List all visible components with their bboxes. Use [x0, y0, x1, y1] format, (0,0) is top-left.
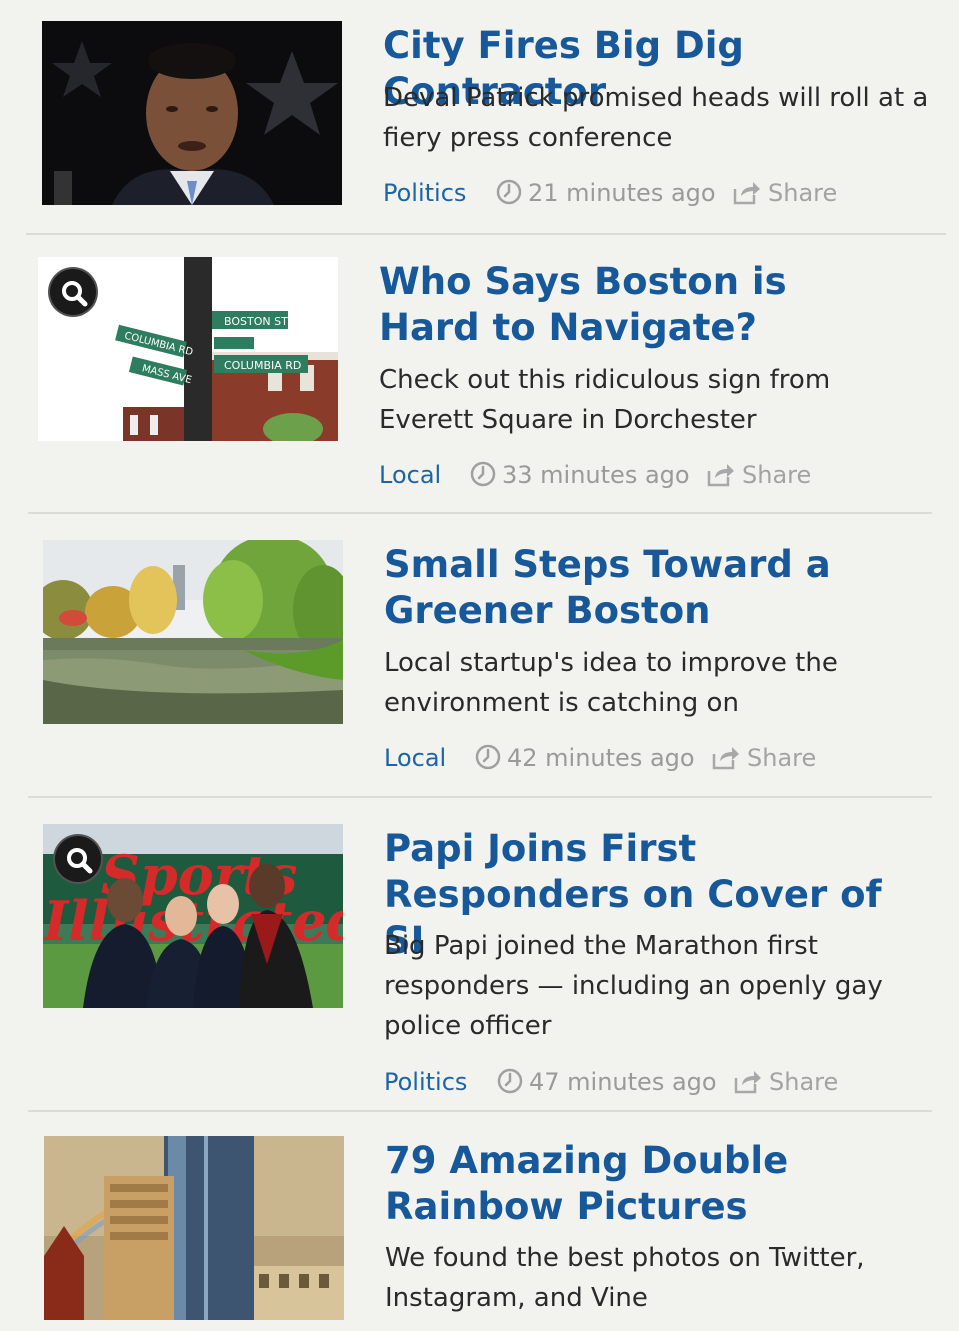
timestamp: 42 minutes ago: [475, 741, 695, 775]
card-divider: [28, 512, 932, 514]
category-link[interactable]: Politics: [384, 1065, 467, 1099]
timestamp-text: 21 minutes ago: [528, 179, 716, 207]
article-headline[interactable]: 79 Amazing Double Rainbow Pictures: [385, 1138, 925, 1230]
timestamp-text: 47 minutes ago: [529, 1068, 717, 1096]
magnifier-icon: [67, 848, 93, 874]
article-card[interactable]: Small Steps Toward a Greener Boston Loca…: [0, 515, 959, 800]
magnifier-icon: [62, 281, 88, 307]
share-button[interactable]: Share: [732, 176, 837, 210]
article-thumbnail[interactable]: [43, 540, 343, 724]
article-meta: Politics 21 minutes ago Share: [383, 176, 943, 210]
article-thumbnail[interactable]: [42, 21, 342, 205]
article-summary: Big Papi joined the Marathon first respo…: [384, 931, 883, 1041]
clock-icon: [475, 744, 501, 770]
svg-text:BOSTON ST: BOSTON ST: [224, 315, 288, 328]
timestamp-text: 42 minutes ago: [507, 744, 695, 772]
article-summary: We found the best photos on Twitter, Ins…: [385, 1243, 865, 1313]
share-label: Share: [742, 461, 812, 489]
article-summary: Local startup's idea to improve the envi…: [384, 648, 838, 718]
article-meta: Local 42 minutes ago Share: [384, 741, 944, 775]
share-button[interactable]: Share: [733, 1065, 838, 1099]
article-card[interactable]: City Fires Big Dig Contractor Deval Patr…: [0, 0, 959, 235]
article-summary: Deval Patrick promised heads will roll a…: [383, 83, 929, 153]
clock-icon: [470, 461, 496, 487]
article-headline[interactable]: Who Says Boston is Hard to Navigate?: [379, 259, 859, 351]
share-icon: [712, 747, 739, 770]
news-feed: City Fires Big Dig Contractor Deval Patr…: [0, 0, 959, 1331]
article-card[interactable]: Sports Illustrated Papi Joins First Resp…: [0, 800, 959, 1115]
clock-icon: [496, 179, 522, 205]
category-link[interactable]: Local: [379, 458, 441, 492]
share-label: Share: [768, 179, 838, 207]
article-thumbnail[interactable]: Sports Illustrated: [43, 824, 343, 1008]
svg-text:COLUMBIA RD: COLUMBIA RD: [224, 359, 301, 372]
article-headline[interactable]: Small Steps Toward a Greener Boston: [384, 542, 844, 634]
category-link[interactable]: Local: [384, 741, 446, 775]
article-card[interactable]: BOSTON ST COLUMBIA RD COLUMBIA RD MASS A…: [0, 235, 959, 515]
timestamp: 33 minutes ago: [470, 458, 690, 492]
article-meta: Politics 47 minutes ago Share: [384, 1065, 944, 1099]
timestamp-text: 33 minutes ago: [502, 461, 690, 489]
share-label: Share: [747, 744, 817, 772]
article-meta: Local 33 minutes ago Share: [379, 458, 939, 492]
share-icon: [734, 1071, 761, 1094]
article-summary: Check out this ridiculous sign from Ever…: [379, 365, 831, 435]
share-button[interactable]: Share: [706, 458, 811, 492]
gallery-badge[interactable]: [48, 267, 98, 317]
article-thumbnail[interactable]: BOSTON ST COLUMBIA RD COLUMBIA RD MASS A…: [38, 257, 338, 441]
share-icon: [707, 464, 734, 487]
article-card[interactable]: 79 Amazing Double Rainbow Pictures We fo…: [0, 1115, 959, 1331]
share-icon: [733, 182, 760, 205]
card-divider: [28, 796, 932, 798]
share-button[interactable]: Share: [711, 741, 816, 775]
category-link[interactable]: Politics: [383, 176, 466, 210]
timestamp: 47 minutes ago: [497, 1065, 717, 1099]
article-thumbnail[interactable]: [44, 1136, 344, 1320]
share-label: Share: [769, 1068, 839, 1096]
card-divider: [28, 1110, 932, 1112]
timestamp: 21 minutes ago: [496, 176, 716, 210]
gallery-badge[interactable]: [53, 834, 103, 884]
clock-icon: [497, 1068, 523, 1094]
